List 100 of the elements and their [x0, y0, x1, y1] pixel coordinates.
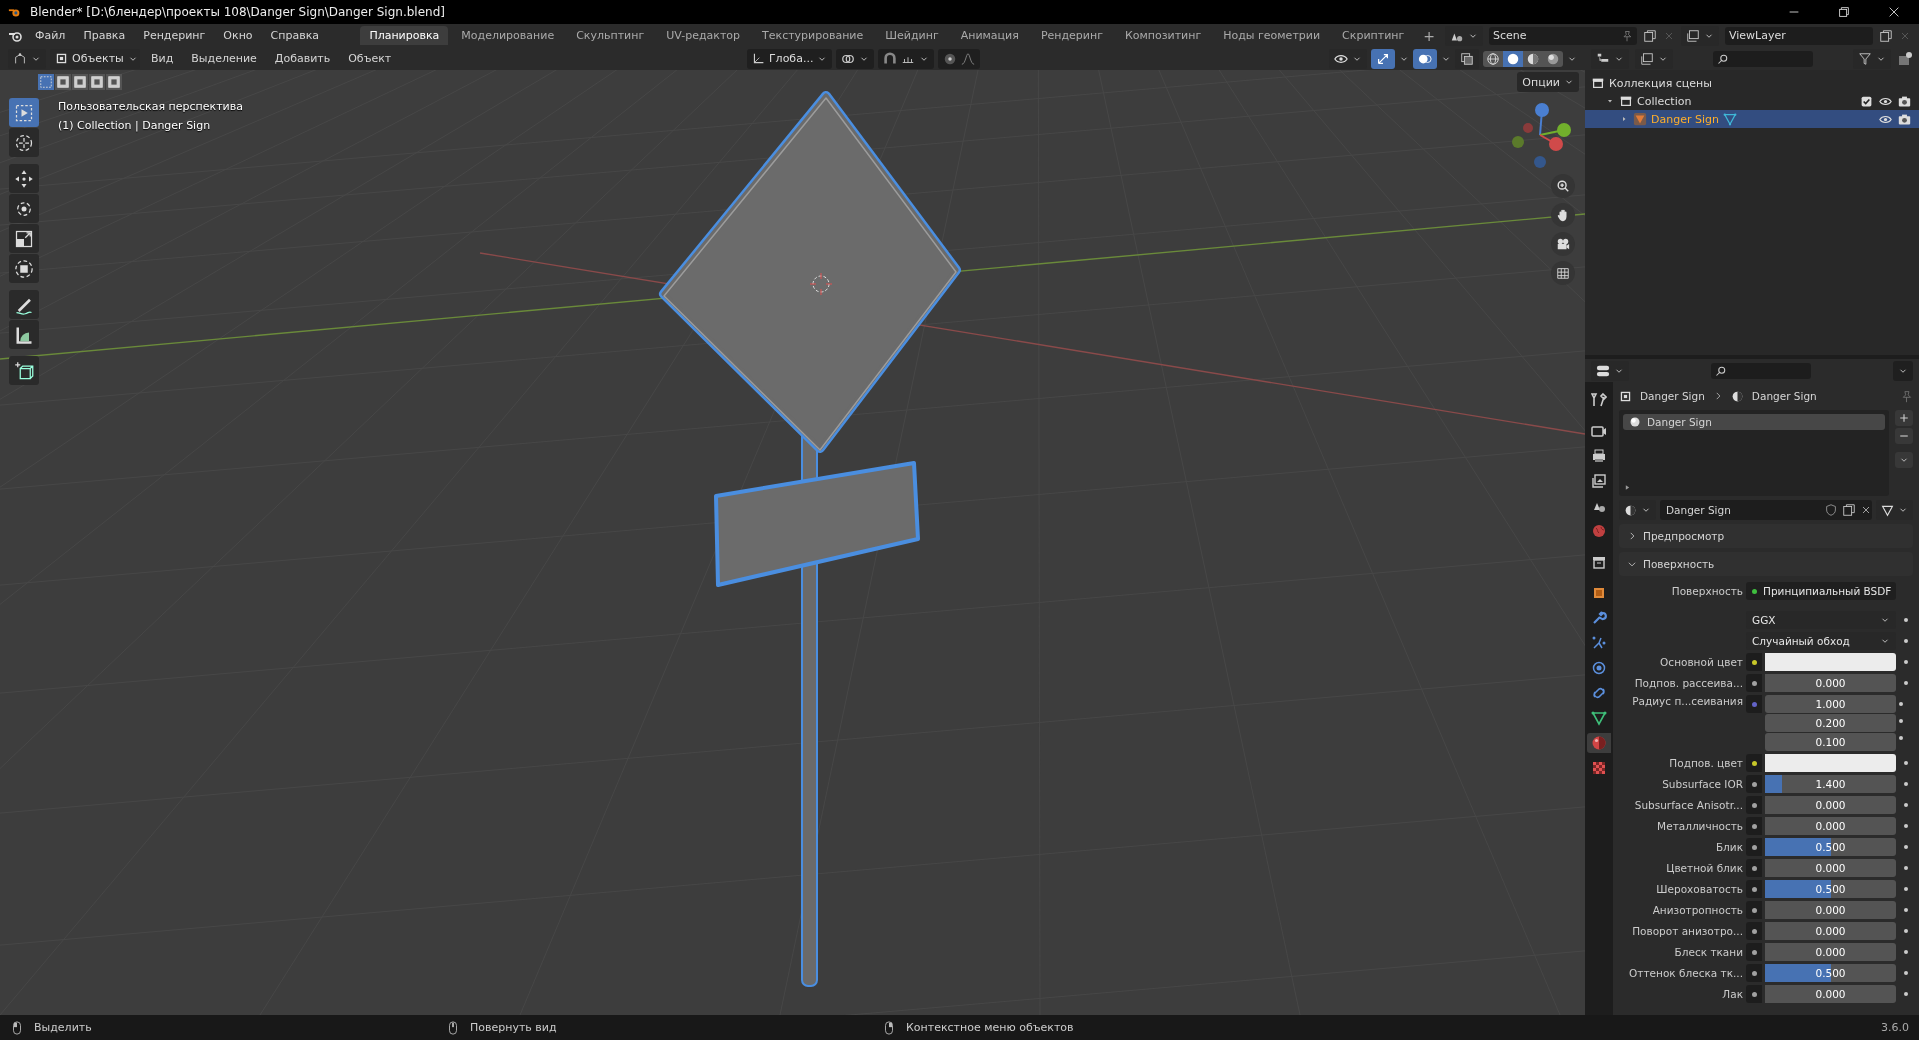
workspace-tab[interactable]: Рендеринг [1031, 26, 1112, 45]
selection-mode-button[interactable] [55, 74, 71, 90]
mode-dropdown[interactable]: Объекты [50, 48, 140, 69]
pin-icon[interactable] [1900, 389, 1913, 403]
shader-field[interactable]: Принципиальный BSDF [1746, 582, 1896, 600]
remove-slot-button[interactable] [1895, 428, 1913, 444]
restore-icon[interactable] [1837, 5, 1851, 19]
socket-button[interactable] [1746, 775, 1762, 793]
socket-button[interactable] [1746, 964, 1762, 982]
shield-icon[interactable] [1824, 503, 1838, 517]
socket-button[interactable] [1746, 796, 1762, 814]
material-slot[interactable]: Danger Sign [1623, 414, 1885, 430]
keyframe-dot[interactable] [1904, 761, 1908, 765]
dropdown[interactable]: GGX [1746, 611, 1896, 629]
close-icon[interactable] [1887, 5, 1901, 19]
number-field[interactable]: 0.100 [1765, 733, 1896, 751]
menu-item[interactable]: Справка [263, 27, 327, 44]
keyframe-dot[interactable] [1904, 681, 1908, 685]
tool-button[interactable] [9, 320, 39, 349]
zoom-button[interactable] [1551, 174, 1575, 198]
workspace-tab[interactable]: Планировка [360, 26, 449, 45]
pan-button[interactable] [1551, 203, 1575, 227]
number-field[interactable]: 0.000 [1765, 985, 1896, 1003]
keyframe-dot[interactable] [1899, 736, 1903, 740]
panel-header[interactable]: Поверхность [1619, 552, 1913, 576]
number-field[interactable]: 0.000 [1765, 922, 1896, 940]
keyframe-dot[interactable] [1904, 782, 1908, 786]
socket-button[interactable] [1746, 674, 1762, 692]
search-field[interactable] [1711, 362, 1811, 379]
socket-button[interactable] [1746, 754, 1762, 772]
workspace-tab[interactable]: Текстурирование [753, 26, 873, 45]
menu-item[interactable]: Окно [216, 27, 260, 44]
tool-button[interactable] [9, 356, 39, 385]
keyframe-dot[interactable] [1904, 992, 1908, 996]
shading-mode-button[interactable] [1483, 50, 1503, 67]
keyframe-dot[interactable] [1904, 950, 1908, 954]
menu-item[interactable]: Вид [144, 50, 181, 67]
keyframe-dot[interactable] [1899, 719, 1903, 723]
expand-triangle-icon[interactable] [1623, 483, 1632, 492]
workspace-tab[interactable]: Скульптинг [567, 26, 654, 45]
keyframe-dot[interactable] [1904, 971, 1908, 975]
number-field[interactable]: 1.400 [1765, 775, 1896, 793]
tool-button[interactable] [9, 164, 39, 193]
selection-mode-button[interactable] [106, 74, 122, 90]
keyframe-dot[interactable] [1904, 618, 1908, 622]
add-slot-button[interactable] [1895, 410, 1913, 426]
camera-icon[interactable] [1898, 112, 1911, 126]
proportional-edit-button[interactable] [938, 48, 981, 69]
socket-button[interactable] [1746, 922, 1762, 940]
workspace-tab[interactable]: Анимация [951, 26, 1028, 45]
number-field[interactable]: 0.000 [1765, 859, 1896, 877]
close-icon[interactable] [1860, 504, 1872, 516]
menu-item[interactable]: Выделение [184, 50, 264, 67]
snap-button[interactable] [878, 48, 935, 69]
keyframe-dot[interactable] [1904, 824, 1908, 828]
keyframe-dot[interactable] [1904, 660, 1908, 664]
disclosure-triangle[interactable] [1605, 97, 1615, 105]
number-field[interactable]: 0.200 [1765, 714, 1896, 732]
workspace-tab[interactable]: Шейдинг [876, 26, 948, 45]
color-swatch[interactable] [1765, 754, 1896, 772]
keyframe-dot[interactable] [1904, 639, 1908, 643]
tool-button[interactable] [9, 194, 39, 223]
camera-view-button[interactable] [1551, 232, 1575, 256]
socket-button[interactable] [1746, 901, 1762, 919]
outliner-row[interactable]: Collection [1585, 92, 1919, 110]
number-field[interactable]: 0.000 [1765, 796, 1896, 814]
keyframe-dot[interactable] [1904, 866, 1908, 870]
socket-button[interactable] [1746, 859, 1762, 877]
menu-item[interactable]: Объект [341, 50, 399, 67]
view-layer-field[interactable]: ViewLayer [1725, 26, 1873, 45]
keyframe-dot[interactable] [1899, 702, 1903, 706]
camera-icon[interactable] [1898, 94, 1911, 108]
socket-button[interactable] [1746, 817, 1762, 835]
copy-icon[interactable] [1842, 503, 1856, 517]
number-field[interactable]: 0.000 [1765, 943, 1896, 961]
socket-button[interactable] [1746, 985, 1762, 1003]
workspace-tab[interactable]: Ноды геометрии [1214, 26, 1330, 45]
tool-button[interactable] [9, 290, 39, 319]
menu-item[interactable]: Добавить [267, 50, 338, 67]
outliner-row[interactable]: Коллекция сцены [1585, 74, 1919, 92]
socket-button[interactable] [1746, 943, 1762, 961]
checkbox[interactable] [1860, 94, 1873, 108]
keyframe-dot[interactable] [1904, 929, 1908, 933]
shading-mode-button[interactable] [1503, 50, 1523, 67]
number-field[interactable]: 0.500 [1765, 880, 1896, 898]
number-field[interactable]: 1.000 [1765, 695, 1896, 713]
add-workspace-button[interactable]: + [1417, 27, 1441, 44]
number-field[interactable]: 0.500 [1765, 838, 1896, 856]
workspace-tab[interactable]: UV-редактор [657, 26, 749, 45]
tool-button[interactable] [9, 128, 39, 157]
gizmo-toggle[interactable] [1371, 48, 1395, 69]
workspace-tab[interactable]: Скриптинг [1333, 26, 1414, 45]
keyframe-dot[interactable] [1904, 803, 1908, 807]
new-collection-icon[interactable] [1897, 50, 1913, 67]
number-field[interactable]: 0.000 [1765, 901, 1896, 919]
dropdown[interactable]: Случайный обход [1746, 632, 1896, 650]
number-field[interactable]: 0.000 [1765, 817, 1896, 835]
options-dropdown[interactable]: Опции [1517, 72, 1579, 92]
keyframe-dot[interactable] [1904, 845, 1908, 849]
shading-mode-button[interactable] [1523, 50, 1543, 67]
